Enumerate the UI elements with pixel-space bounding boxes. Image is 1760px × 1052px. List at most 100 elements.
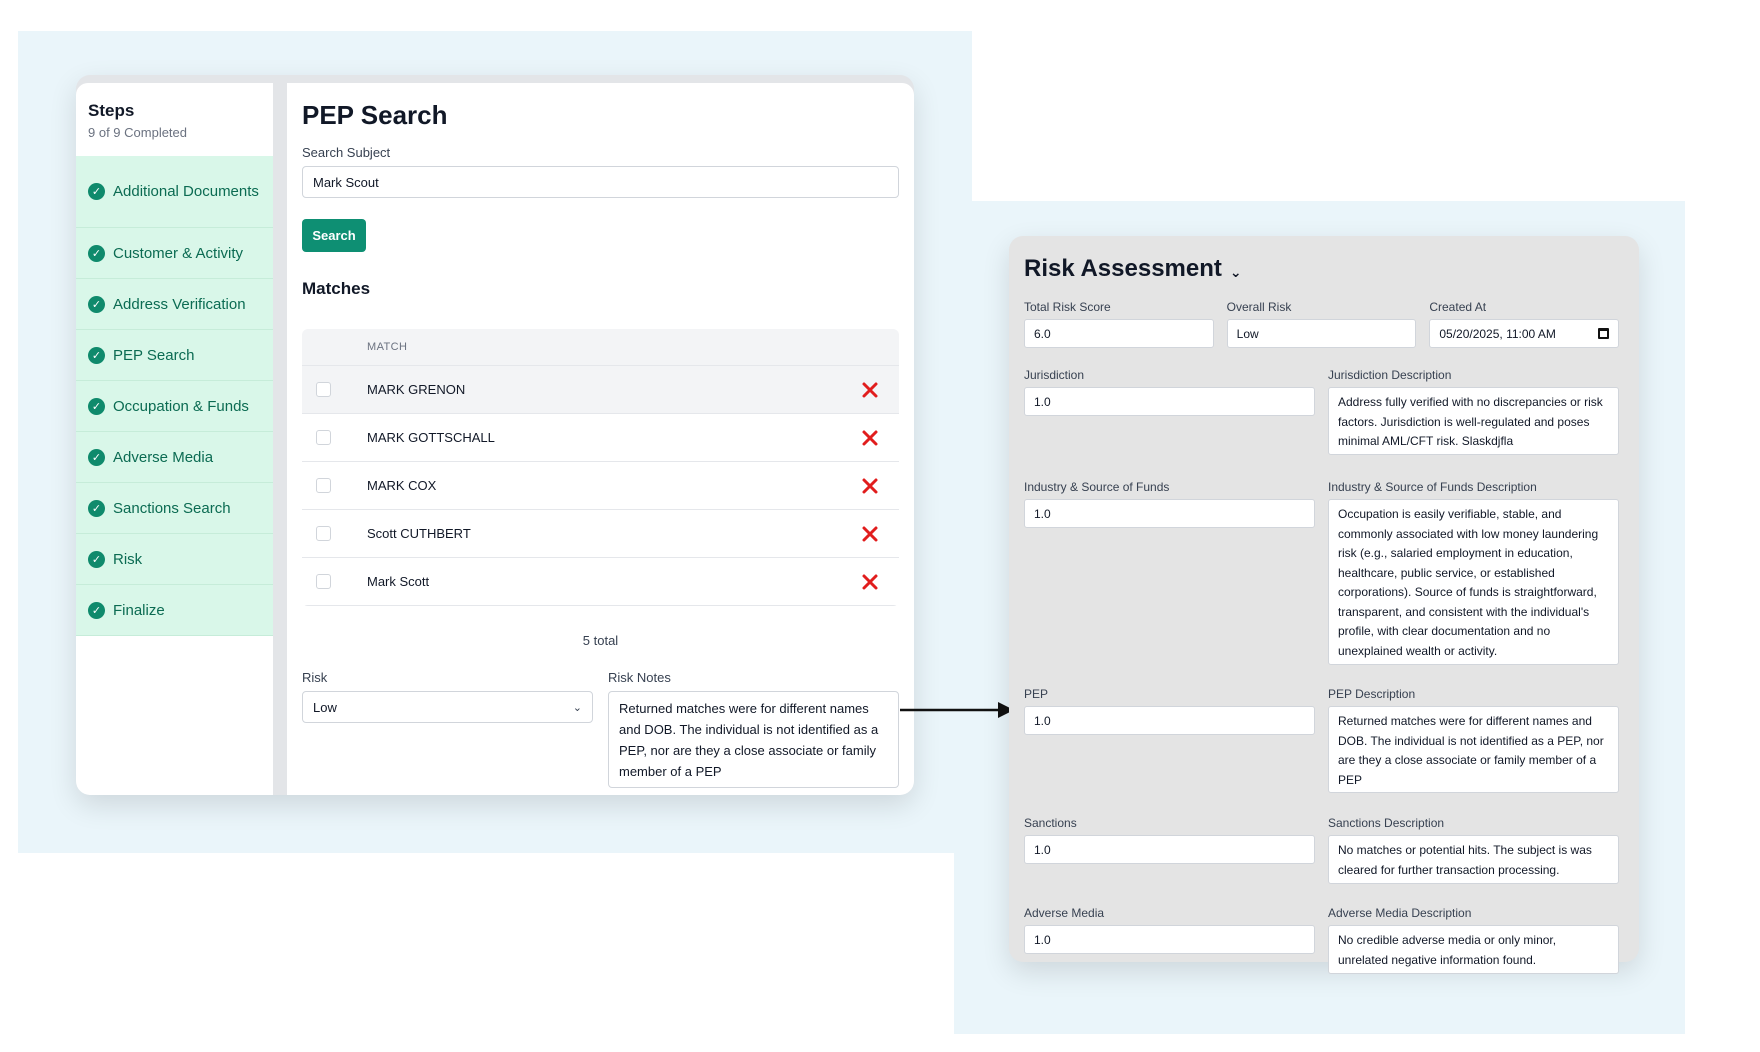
total-risk-score-input[interactable]: 6.0 (1024, 319, 1214, 348)
adverse-media-description-textarea[interactable]: No credible adverse media or only minor,… (1328, 925, 1619, 974)
steps-header: Steps 9 of 9 Completed (76, 83, 273, 156)
check-circle-icon: ✓ (88, 601, 105, 619)
row-checkbox[interactable] (316, 430, 331, 445)
chevron-down-icon: ⌄ (1229, 263, 1242, 280)
risk-section: Risk Low ⌄ Risk Notes Returned matches w… (302, 670, 899, 788)
step-label: PEP Search (113, 346, 195, 364)
sanctions-row: Sanctions 1.0 Sanctions Description No m… (1024, 816, 1619, 884)
industry-description-textarea[interactable]: Occupation is easily verifiable, stable,… (1328, 499, 1619, 665)
close-icon[interactable] (859, 379, 881, 401)
adverse-media-row: Adverse Media 1.0 Adverse Media Descript… (1024, 906, 1619, 974)
risk-notes-label: Risk Notes (608, 670, 671, 685)
adverse-media-description-label: Adverse Media Description (1328, 906, 1472, 920)
steps-progress: 9 of 9 Completed (88, 125, 188, 140)
step-address-verification[interactable]: ✓ Address Verification (76, 279, 273, 330)
risk-label: Risk (302, 670, 328, 685)
check-circle-icon: ✓ (88, 550, 105, 568)
jurisdiction-description-group: Jurisdiction Description Address fully v… (1328, 368, 1619, 455)
industry-label: Industry & Source of Funds (1024, 480, 1170, 494)
close-icon[interactable] (859, 475, 881, 497)
table-row[interactable]: MARK GOTTSCHALL (302, 414, 899, 462)
industry-row: Industry & Source of Funds 1.0 Industry … (1024, 480, 1619, 665)
total-risk-score-group: Total Risk Score 6.0 (1024, 300, 1214, 348)
table-row[interactable]: MARK COX (302, 462, 899, 510)
step-label: Sanctions Search (113, 499, 231, 517)
pep-group: PEP 1.0 (1024, 687, 1315, 793)
step-occupation-funds[interactable]: ✓ Occupation & Funds (76, 381, 273, 432)
pep-label: PEP (1024, 687, 1049, 701)
check-circle-icon: ✓ (88, 183, 105, 200)
column-header-match: MATCH (302, 329, 899, 366)
close-icon[interactable] (859, 571, 881, 593)
jurisdiction-input[interactable]: 1.0 (1024, 387, 1315, 416)
pep-input[interactable]: 1.0 (1024, 706, 1315, 735)
table-row[interactable]: Mark Scott (302, 558, 899, 606)
risk-select-value: Low (313, 699, 337, 715)
close-icon[interactable] (859, 427, 881, 449)
row-checkbox[interactable] (316, 382, 331, 397)
step-additional-documents[interactable]: ✓ Additional Documents (76, 156, 273, 228)
risk-column: Risk Low ⌄ (302, 670, 593, 788)
search-subject-input[interactable]: Mark Scout (302, 166, 899, 198)
sanctions-group: Sanctions 1.0 (1024, 816, 1315, 884)
created-at-label: Created At (1429, 300, 1487, 314)
pep-search-panel: PEP Search Search Subject Mark Scout Sea… (287, 83, 914, 795)
risk-notes-column: Risk Notes Returned matches were for dif… (608, 670, 899, 788)
step-pep-search[interactable]: ✓ PEP Search (76, 330, 273, 381)
jurisdiction-description-textarea[interactable]: Address fully verified with no discrepan… (1328, 387, 1619, 455)
step-label: Additional Documents (113, 183, 259, 200)
created-at-value: 05/20/2025, 11:00 AM (1439, 326, 1556, 341)
step-sanctions-search[interactable]: ✓ Sanctions Search (76, 483, 273, 534)
check-circle-icon: ✓ (88, 397, 105, 415)
adverse-media-input[interactable]: 1.0 (1024, 925, 1315, 954)
step-label: Occupation & Funds (113, 397, 249, 415)
industry-input[interactable]: 1.0 (1024, 499, 1315, 528)
pep-row: PEP 1.0 PEP Description Returned matches… (1024, 687, 1619, 793)
row-checkbox[interactable] (316, 478, 331, 493)
industry-description-group: Industry & Source of Funds Description O… (1328, 480, 1619, 665)
arrow-right-icon (900, 702, 1014, 718)
adverse-media-group: Adverse Media 1.0 (1024, 906, 1315, 974)
risk-summary-row: Total Risk Score 6.0 Overall Risk Low Cr… (1024, 300, 1620, 348)
sanctions-description-textarea[interactable]: No matches or potential hits. The subjec… (1328, 835, 1619, 884)
pep-search-window: Steps 9 of 9 Completed ✓ Additional Docu… (76, 75, 914, 795)
check-circle-icon: ✓ (88, 448, 105, 466)
check-circle-icon: ✓ (88, 499, 105, 517)
risk-assessment-header[interactable]: Risk Assessment ⌄ (1024, 255, 1619, 283)
step-label: Finalize (113, 601, 165, 619)
chevron-down-icon: ⌄ (572, 701, 582, 714)
jurisdiction-label: Jurisdiction (1024, 368, 1085, 382)
check-circle-icon: ✓ (88, 295, 105, 313)
match-name: MARK COX (367, 478, 437, 493)
steps-title: Steps (88, 101, 135, 120)
matches-title: Matches (302, 279, 371, 298)
step-label: Address Verification (113, 295, 246, 313)
jurisdiction-group: Jurisdiction 1.0 (1024, 368, 1315, 455)
steps-panel: Steps 9 of 9 Completed ✓ Additional Docu… (76, 83, 273, 795)
check-circle-icon: ✓ (88, 346, 105, 364)
step-label: Risk (113, 550, 143, 568)
calendar-icon[interactable] (1598, 328, 1610, 339)
step-customer-activity[interactable]: ✓ Customer & Activity (76, 228, 273, 279)
step-adverse-media[interactable]: ✓ Adverse Media (76, 432, 273, 483)
risk-select[interactable]: Low ⌄ (302, 691, 593, 723)
step-finalize[interactable]: ✓ Finalize (76, 585, 273, 636)
table-row[interactable]: MARK GRENON (302, 366, 899, 414)
search-button[interactable]: Search (302, 219, 366, 252)
match-name: MARK GRENON (367, 382, 466, 397)
pep-description-textarea[interactable]: Returned matches were for different name… (1328, 706, 1619, 793)
match-name: Mark Scott (367, 574, 430, 589)
created-at-input[interactable]: 05/20/2025, 11:00 AM (1429, 319, 1620, 348)
row-checkbox[interactable] (316, 526, 331, 541)
adverse-media-label: Adverse Media (1024, 906, 1105, 920)
overall-risk-input[interactable]: Low (1226, 319, 1417, 348)
risk-notes-textarea[interactable]: Returned matches were for different name… (608, 691, 899, 788)
step-risk[interactable]: ✓ Risk (76, 534, 273, 585)
step-label: Customer & Activity (113, 244, 244, 262)
close-icon[interactable] (859, 523, 881, 545)
risk-assessment-window: Risk Assessment ⌄ Total Risk Score 6.0 O… (1009, 236, 1639, 974)
sanctions-input[interactable]: 1.0 (1024, 835, 1315, 864)
row-checkbox[interactable] (316, 574, 331, 589)
step-label: Adverse Media (113, 448, 214, 466)
table-row[interactable]: Scott CUTHBERT (302, 510, 899, 558)
